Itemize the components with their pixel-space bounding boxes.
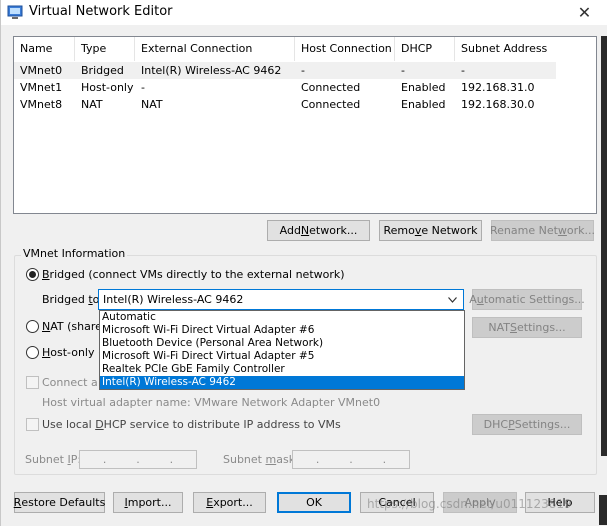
cell-subnet: 192.168.30.0: [461, 98, 535, 111]
col-header-name[interactable]: Name: [14, 37, 75, 61]
import-button[interactable]: Import...: [113, 492, 183, 513]
table-row[interactable]: VMnet0 Bridged Intel(R) Wireless-AC 9462…: [14, 62, 556, 79]
table-row[interactable]: VMnet8 NAT NAT Connected Enabled 192.168…: [14, 96, 596, 113]
restore-defaults-button[interactable]: Restore Defaults: [14, 492, 105, 513]
background-edge: [601, 36, 607, 456]
host-only-radio[interactable]: [26, 346, 39, 359]
cell-dhcp: -: [401, 64, 405, 77]
dropdown-option-selected[interactable]: Intel(R) Wireless-AC 9462: [100, 376, 464, 389]
cell-dhcp: Enabled: [401, 98, 446, 111]
nat-radio[interactable]: [26, 320, 39, 333]
dropdown-option[interactable]: Bluetooth Device (Personal Area Network): [100, 337, 464, 350]
col-header-external[interactable]: External Connection: [135, 37, 295, 61]
cell-external: Intel(R) Wireless-AC 9462: [141, 64, 282, 77]
col-header-dhcp[interactable]: DHCP: [395, 37, 455, 61]
subnet-ip-label: Subnet IP:: [25, 453, 82, 466]
cell-subnet: -: [461, 64, 465, 77]
watermark: https://blog.csdn.net/u011123819: [367, 497, 572, 511]
close-icon: ✕: [577, 3, 592, 22]
nat-settings-button[interactable]: NAT Settings...: [472, 317, 582, 338]
cell-dhcp: Enabled: [401, 81, 446, 94]
dhcp-settings-button[interactable]: DHC P Settings...: [472, 414, 582, 435]
host-adapter-name: Host virtual adapter name: VMware Networ…: [42, 396, 381, 409]
bridged-to-select[interactable]: Intel(R) Wireless-AC 9462: [98, 289, 464, 310]
add-network-button[interactable]: Add Network...: [267, 220, 370, 241]
window-title: Virtual Network Editor: [29, 4, 173, 19]
table-row[interactable]: VMnet1 Host-only - Connected Enabled 192…: [14, 79, 596, 96]
close-button[interactable]: ✕: [561, 0, 607, 25]
cell-host: Connected: [301, 81, 361, 94]
cell-host: -: [301, 64, 305, 77]
dropdown-option[interactable]: Automatic: [100, 311, 464, 324]
col-header-type[interactable]: Type: [75, 37, 135, 61]
cell-type: Bridged: [81, 64, 124, 77]
ok-button[interactable]: OK: [277, 492, 351, 513]
cell-type: Host-only: [81, 81, 134, 94]
background-edge: [599, 495, 607, 525]
vmware-network-icon: [7, 5, 23, 19]
connect-host-checkbox[interactable]: [26, 376, 39, 389]
dropdown-option[interactable]: Microsoft Wi-Fi Direct Virtual Adapter #…: [100, 324, 464, 337]
subnet-mask-label: Subnet mask:: [223, 453, 299, 466]
network-list[interactable]: Name Type External Connection Host Conne…: [13, 36, 597, 214]
dropdown-option[interactable]: Microsoft Wi-Fi Direct Virtual Adapter #…: [100, 350, 464, 363]
title-bar: Virtual Network Editor ✕: [1, 0, 607, 25]
dropdown-option[interactable]: Realtek PCIe GbE Family Controller: [100, 363, 464, 376]
virtual-network-editor-window: Virtual Network Editor ✕ Name Type Exter…: [0, 0, 607, 526]
bridged-to-dropdown-list[interactable]: Automatic Microsoft Wi-Fi Direct Virtual…: [99, 310, 465, 390]
cell-name: VMnet1: [20, 81, 63, 94]
chevron-down-icon: [448, 297, 457, 303]
subnet-ip-input[interactable]: ...: [79, 450, 197, 469]
cell-name: VMnet0: [20, 64, 63, 77]
cell-external: NAT: [141, 98, 163, 111]
bridged-to-label: Bridged to:: [42, 293, 103, 306]
subnet-mask-input[interactable]: ...: [292, 450, 410, 469]
dhcp-label[interactable]: Use local DHCP service to distribute IP …: [42, 418, 341, 431]
bridged-radio-label[interactable]: Bridged (connect VMs directly to the ext…: [42, 268, 345, 281]
rename-network-button[interactable]: Rename Net w ork...: [490, 220, 595, 241]
bridged-radio[interactable]: [26, 268, 39, 281]
col-header-subnet[interactable]: Subnet Address: [455, 37, 553, 61]
export-button[interactable]: Export...: [193, 492, 266, 513]
vmnet-information-label: VMnet Information: [21, 247, 128, 260]
cell-host: Connected: [301, 98, 361, 111]
bridged-to-value: Intel(R) Wireless-AC 9462: [103, 293, 244, 306]
cell-name: VMnet8: [20, 98, 63, 111]
cell-external: -: [141, 81, 145, 94]
automatic-settings-button[interactable]: Au tomatic Settings...: [469, 289, 585, 310]
cell-type: NAT: [81, 98, 103, 111]
list-header: Name Type External Connection Host Conne…: [14, 37, 596, 61]
dhcp-checkbox[interactable]: [26, 418, 39, 431]
cell-subnet: 192.168.31.0: [461, 81, 535, 94]
col-header-host[interactable]: Host Connection: [295, 37, 395, 61]
remove-network-button[interactable]: Remo v e Network: [379, 220, 482, 241]
